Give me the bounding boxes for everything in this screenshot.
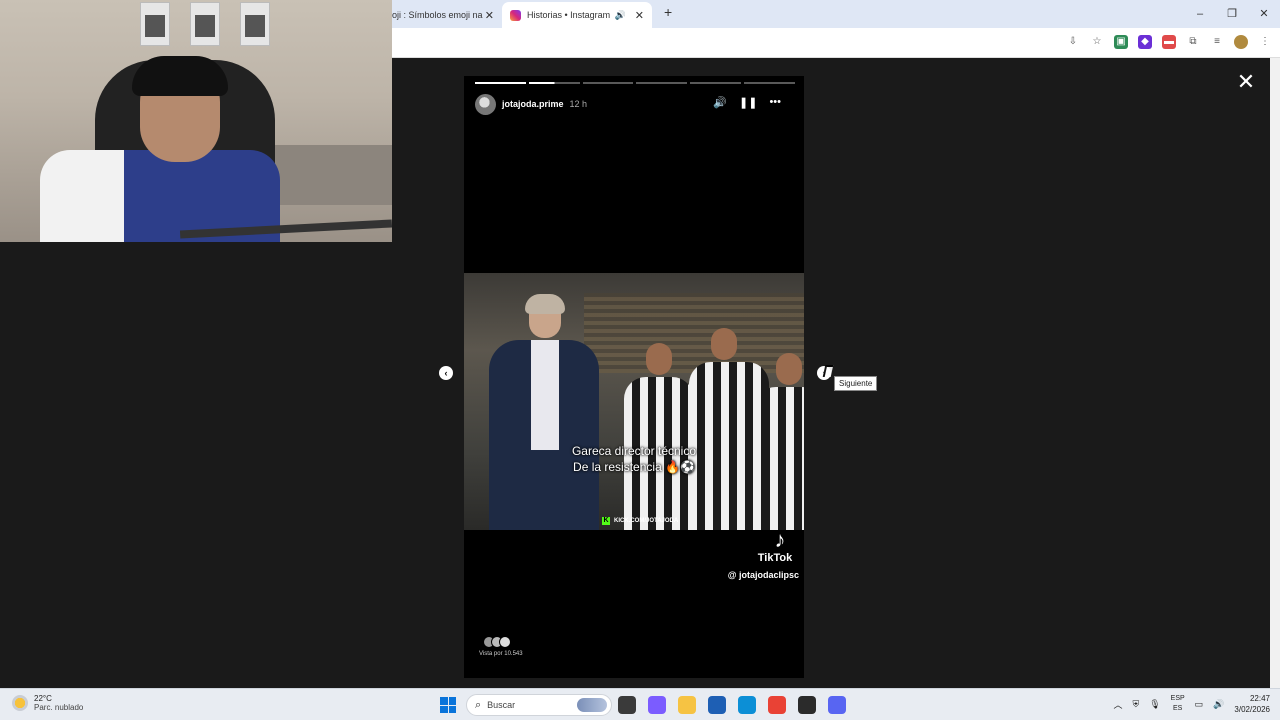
kick-icon: K bbox=[602, 517, 610, 525]
taskbar-app-icon[interactable] bbox=[738, 696, 756, 714]
tiktok-icon: ♪ bbox=[774, 527, 786, 552]
story-video[interactable]: Gareca director técnico De la resistenci… bbox=[464, 273, 804, 530]
viewers-count: Vista por 10.543 bbox=[479, 651, 523, 657]
player-figure bbox=[624, 343, 694, 530]
taskbar-app-icon[interactable] bbox=[828, 696, 846, 714]
star-icon[interactable]: ☆ bbox=[1090, 35, 1104, 49]
network-icon[interactable]: ▭ bbox=[1195, 699, 1204, 710]
taskbar-app-icon[interactable] bbox=[798, 696, 816, 714]
taskbar-search[interactable]: ⌕ Buscar bbox=[466, 694, 612, 716]
install-icon[interactable]: ⇩ bbox=[1066, 35, 1080, 49]
window-controls: – ❐ ✕ bbox=[1184, 0, 1280, 28]
system-tray: ︿ ⛨ 🎙 ESP ES ▭ 🔊 22:47 3/02/2026 bbox=[1113, 693, 1270, 715]
story-progress-bar bbox=[475, 82, 795, 84]
speaker-icon[interactable]: 🔊 bbox=[615, 10, 626, 21]
progress-segment bbox=[528, 82, 580, 84]
progress-segment bbox=[744, 82, 795, 84]
menu-icon[interactable]: ⋮ bbox=[1258, 35, 1272, 49]
taskbar-apps bbox=[618, 696, 846, 714]
language-indicator[interactable]: ESP ES bbox=[1171, 694, 1185, 714]
story-frame[interactable]: jotajoda.prime 12 h 🔊 ❚❚ ••• Gareca dire… bbox=[464, 76, 804, 678]
streamer-hair bbox=[132, 56, 228, 96]
volume-icon[interactable]: 🔊 bbox=[1213, 699, 1224, 710]
close-window-button[interactable]: ✕ bbox=[1248, 0, 1280, 28]
extension-icon[interactable]: ▣ bbox=[1114, 35, 1128, 49]
taskbar-app-icon[interactable] bbox=[768, 696, 786, 714]
microphone-icon[interactable]: 🎙 bbox=[1149, 699, 1160, 710]
clock[interactable]: 22:47 3/02/2026 bbox=[1234, 693, 1270, 715]
tab-emoji[interactable]: oji : Símbolos emoji na ✕ bbox=[392, 2, 502, 28]
tiktok-handle: @ jotajodaclipsc bbox=[727, 570, 799, 580]
avatar[interactable] bbox=[475, 93, 496, 115]
wall-poster bbox=[240, 2, 270, 46]
search-placeholder: Buscar bbox=[487, 700, 516, 710]
story-header: jotajoda.prime 12 h 🔊 ❚❚ ••• bbox=[475, 93, 795, 115]
story-viewers[interactable]: Vista por 10.543 bbox=[479, 636, 523, 657]
story-caption: Gareca director técnico De la resistenci… bbox=[464, 443, 804, 475]
kick-watermark: K KICK.COM/JOTAJODA bbox=[602, 517, 678, 525]
weather-icon bbox=[12, 695, 28, 711]
minimize-button[interactable]: – bbox=[1184, 0, 1216, 28]
browser-tab-bar: oji : Símbolos emoji na ✕ Historias • In… bbox=[392, 0, 1280, 28]
tiktok-watermark: ♪ TikTok @ jotajodaclipsc bbox=[726, 527, 802, 581]
close-tab-icon[interactable]: ✕ bbox=[485, 9, 494, 22]
more-options-icon[interactable]: ••• bbox=[769, 96, 781, 109]
browser-toolbar: ⇩ ☆ ▣ ◆ ▬ ⧉ ≡ ⋮ bbox=[392, 28, 1280, 58]
viewer-avatar bbox=[499, 636, 511, 648]
coach-figure bbox=[489, 294, 599, 530]
player-figure bbox=[689, 328, 769, 530]
taskbar-app-icon[interactable] bbox=[708, 696, 726, 714]
weather-widget[interactable]: 22°C Parc. nublado bbox=[12, 694, 83, 712]
chevron-up-icon[interactable]: ︿ bbox=[1113, 698, 1122, 711]
puzzle-icon[interactable]: ⧉ bbox=[1186, 35, 1200, 49]
keyboard-code: ES bbox=[1172, 705, 1183, 712]
close-tab-icon[interactable]: ✕ bbox=[635, 9, 644, 22]
weather-description: Parc. nublado bbox=[34, 703, 84, 712]
caption-line: Gareca director técnico bbox=[571, 444, 697, 458]
tab-label: Historias • Instagram bbox=[527, 10, 611, 20]
start-button[interactable] bbox=[440, 697, 456, 713]
next-tooltip: Siguiente bbox=[834, 376, 878, 391]
caption-line: De la resistencia 🔥⚽ bbox=[573, 460, 695, 474]
webcam-overlay bbox=[0, 0, 392, 242]
taskbar-app-icon[interactable] bbox=[648, 696, 666, 714]
sound-icon[interactable]: 🔊 bbox=[713, 96, 727, 109]
time: 22:47 bbox=[1249, 694, 1270, 703]
tab-instagram[interactable]: Historias • Instagram 🔊 ✕ bbox=[502, 2, 652, 28]
progress-segment bbox=[475, 82, 526, 84]
search-icon: ⌕ bbox=[475, 698, 482, 711]
wall-poster bbox=[190, 2, 220, 46]
taskbar-app-icon[interactable] bbox=[678, 696, 696, 714]
shield-icon[interactable]: ◆ bbox=[1138, 35, 1152, 49]
progress-segment bbox=[582, 82, 634, 84]
previous-story-button[interactable]: ‹ bbox=[439, 366, 453, 380]
security-icon[interactable]: ⛨ bbox=[1132, 699, 1139, 710]
new-tab-button[interactable]: + bbox=[664, 4, 672, 20]
temperature: 22°C bbox=[34, 694, 52, 703]
couch bbox=[270, 145, 392, 205]
language-code: ESP bbox=[1170, 695, 1185, 702]
story-time: 12 h bbox=[569, 99, 588, 109]
tab-label: oji : Símbolos emoji na bbox=[392, 10, 483, 20]
search-highlight-image bbox=[577, 698, 607, 712]
progress-segment bbox=[690, 82, 742, 84]
kick-url: KICK.COM/JOTAJODA bbox=[614, 518, 679, 524]
extension-red-icon[interactable]: ▬ bbox=[1162, 35, 1176, 49]
date: 3/02/2026 bbox=[1234, 705, 1270, 714]
pause-icon[interactable]: ❚❚ bbox=[739, 96, 757, 109]
wall-poster bbox=[140, 2, 170, 46]
profile-avatar[interactable] bbox=[1234, 35, 1248, 49]
instagram-icon bbox=[510, 9, 521, 21]
story-username[interactable]: jotajoda.prime bbox=[502, 99, 564, 109]
media-icon[interactable]: ≡ bbox=[1210, 35, 1224, 49]
taskbar-app-icon[interactable] bbox=[618, 696, 636, 714]
restore-button[interactable]: ❐ bbox=[1216, 0, 1248, 28]
tiktok-name: TikTok bbox=[757, 552, 793, 564]
page-scrollbar[interactable] bbox=[1270, 58, 1280, 688]
progress-segment bbox=[636, 82, 688, 84]
close-stories-button[interactable]: ✕ bbox=[1236, 71, 1256, 93]
windows-taskbar: 22°C Parc. nublado ⌕ Buscar ︿ ⛨ 🎙 ESP ES… bbox=[0, 688, 1280, 720]
